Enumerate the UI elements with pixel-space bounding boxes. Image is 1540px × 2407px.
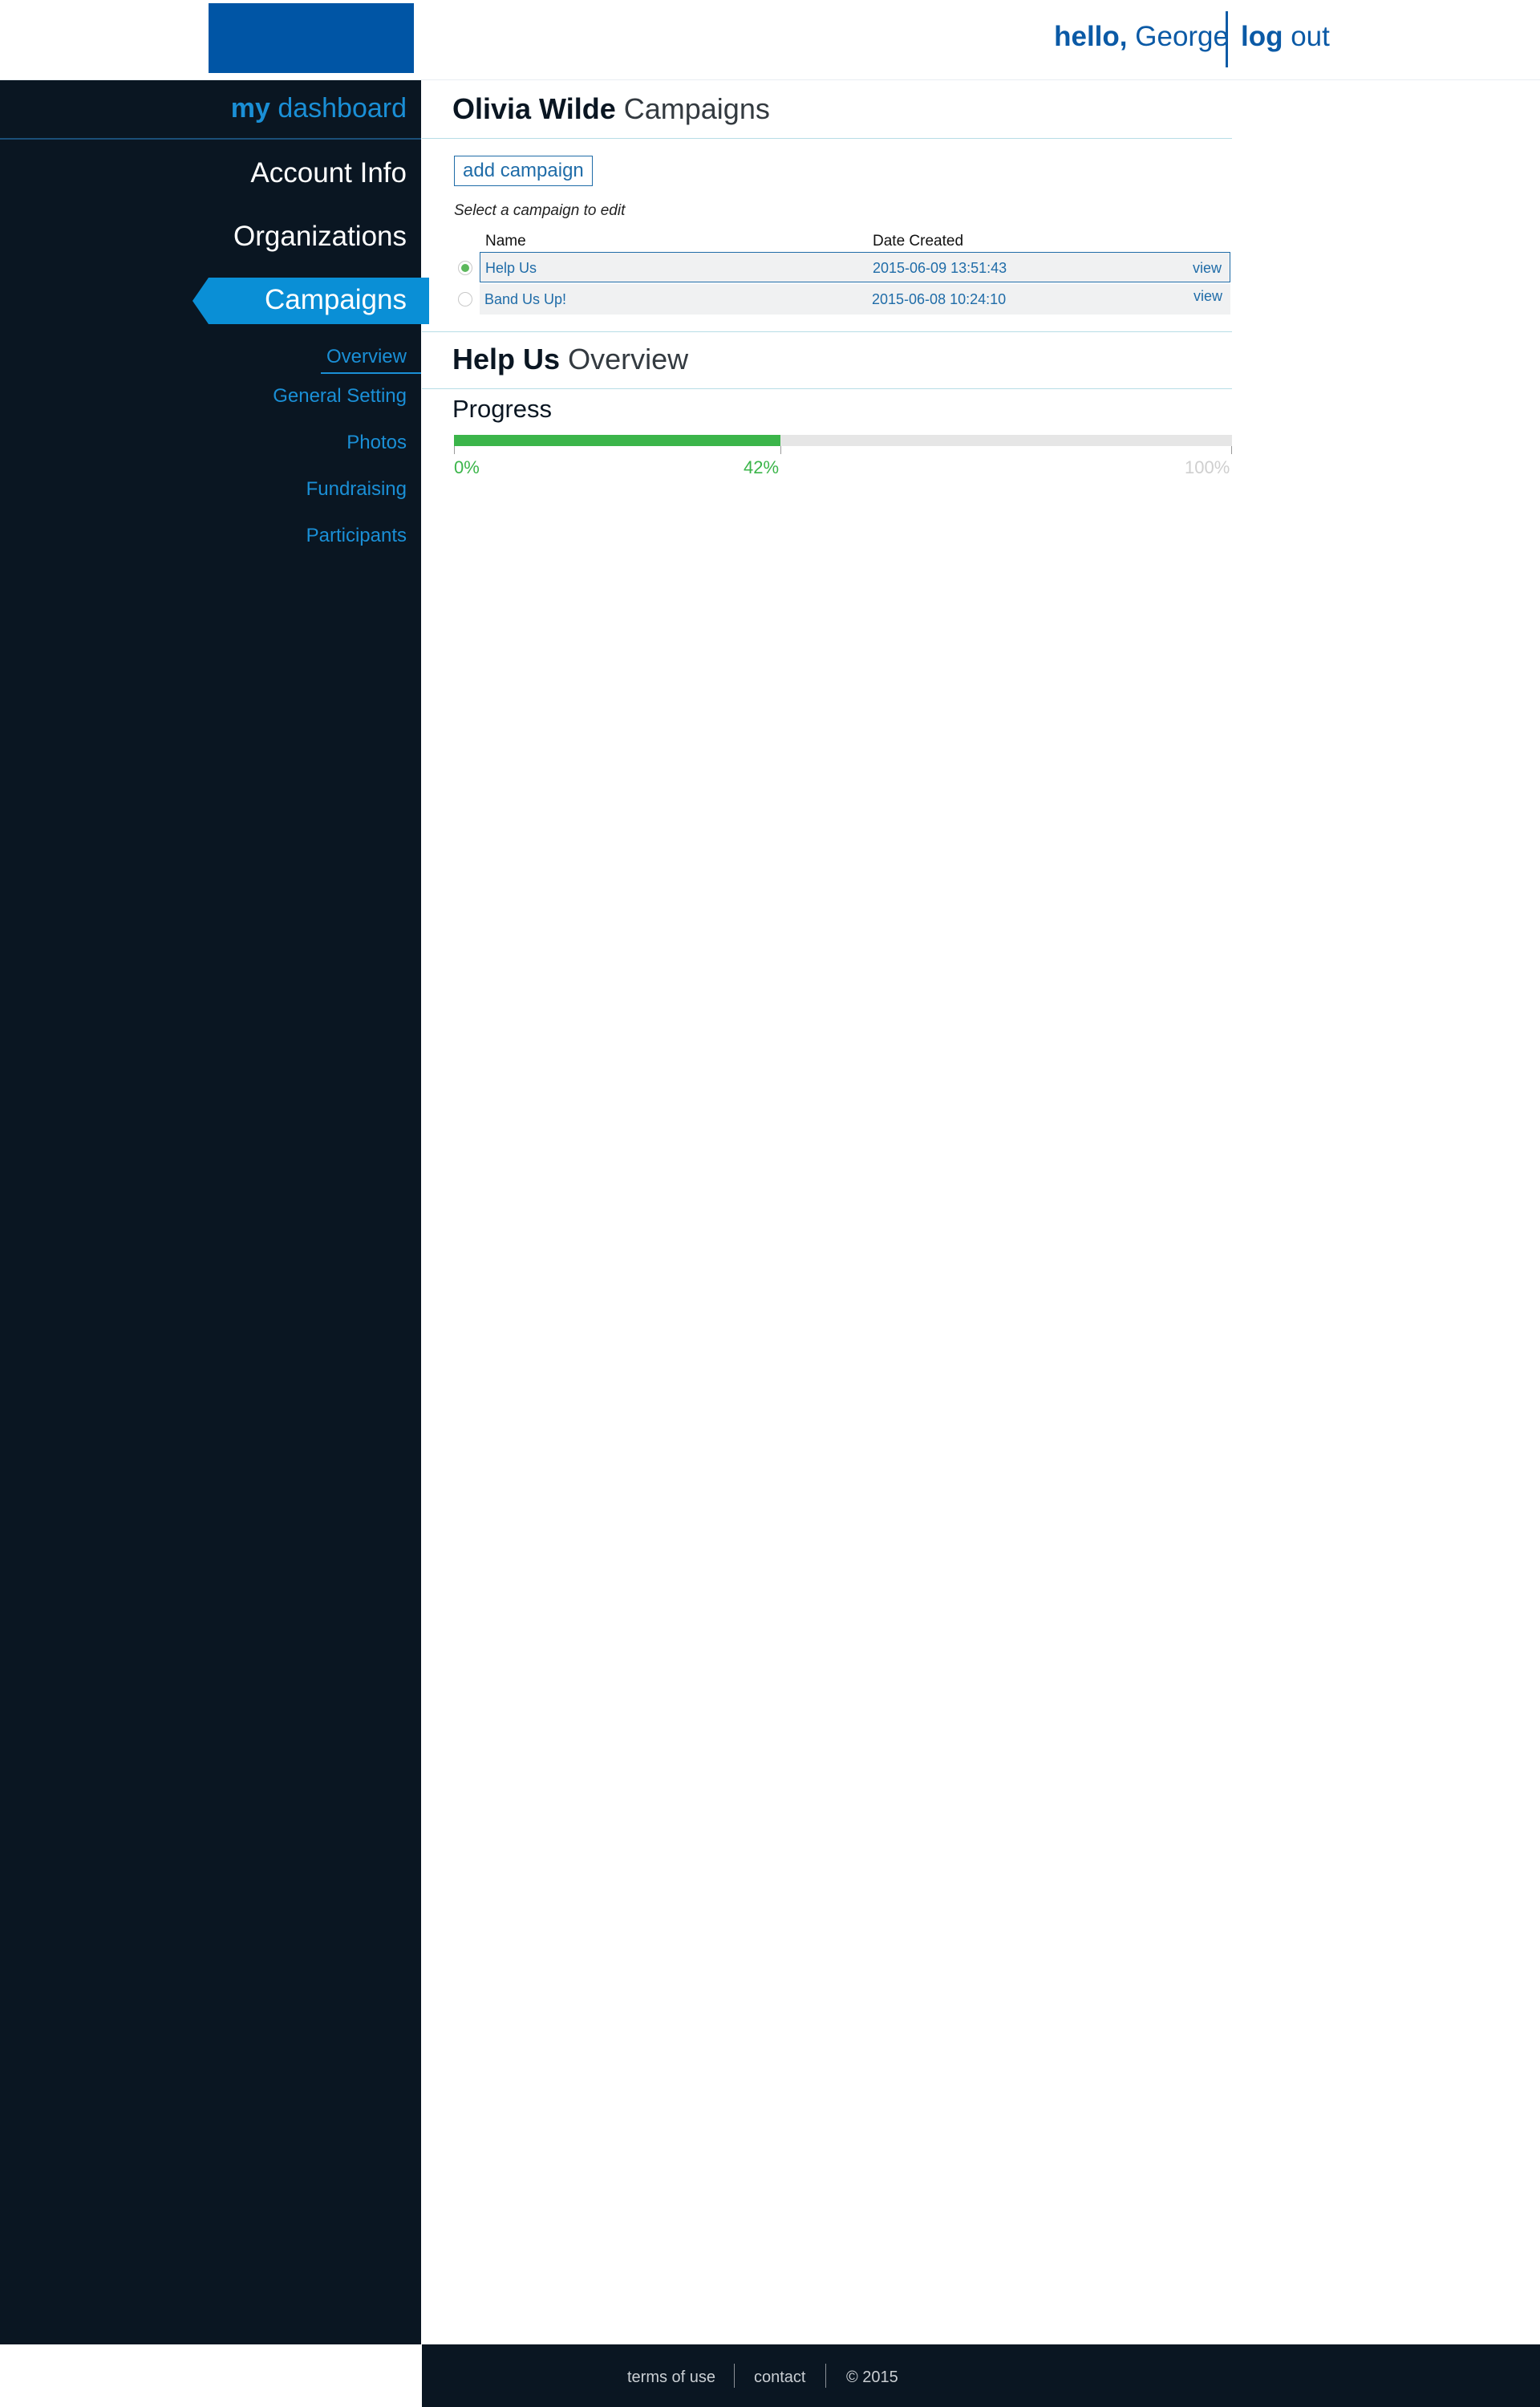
table-row[interactable]: Band Us Up! 2015-06-08 10:24:10 view [480, 284, 1230, 315]
campaign-date: 2015-06-09 13:51:43 [873, 260, 1007, 276]
dashboard-title-rest: dashboard [278, 93, 407, 124]
progress-start-label: 0% [454, 457, 480, 477]
overview-divider [422, 388, 1232, 389]
progress-end-label: 100% [1185, 457, 1230, 477]
greeting-user-name: George [1135, 21, 1229, 52]
campaign-radio[interactable] [458, 292, 472, 306]
sidebar: my dashboard Account Info Organizations … [0, 80, 429, 2344]
subnav-photos[interactable]: Photos [346, 433, 407, 453]
sidebar-item-organizations[interactable]: Organizations [233, 222, 407, 250]
campaign-name: Help Us [485, 260, 537, 276]
copyright-text: © 2015 [846, 2368, 898, 2386]
contact-link[interactable]: contact [754, 2368, 805, 2387]
terms-of-use-link[interactable]: terms of use [627, 2368, 715, 2387]
campaigns-title-rest: Campaigns [623, 92, 770, 125]
logout-link[interactable]: log out [1241, 22, 1330, 51]
overview-campaign-name: Help Us [452, 343, 561, 375]
subnav-overview[interactable]: Overview [326, 347, 407, 367]
overview-title: Help Us Overview [452, 345, 688, 374]
dashboard-title-bold: my [230, 93, 270, 124]
progress-bar-track [454, 435, 1232, 446]
footer-separator [734, 2364, 735, 2388]
logout-bold: log [1241, 21, 1283, 52]
view-link[interactable]: view [1193, 260, 1222, 277]
progress-tick-start [454, 446, 455, 454]
title-divider [422, 138, 1232, 139]
table-row[interactable]: Help Us 2015-06-09 13:51:43 view [480, 252, 1230, 282]
view-link[interactable]: view [1194, 288, 1222, 305]
select-campaign-hint: Select a campaign to edit [454, 202, 626, 219]
campaign-date: 2015-06-08 10:24:10 [872, 291, 1007, 307]
section-divider [422, 331, 1232, 332]
dashboard-title: my dashboard [231, 95, 407, 122]
column-header-name: Name [485, 233, 526, 250]
sidebar-item-account-info[interactable]: Account Info [250, 159, 407, 187]
progress-tick-current [780, 446, 781, 454]
subnav-general-setting[interactable]: General Setting [273, 387, 407, 406]
sidebar-divider [0, 138, 421, 140]
add-campaign-button[interactable]: add campaign [454, 156, 593, 186]
logout-rest: out [1291, 21, 1330, 52]
main-content: Olivia Wilde Campaigns add campaign Sele… [422, 80, 1540, 2344]
subnav-fundraising[interactable]: Fundraising [306, 480, 407, 499]
subnav-participants[interactable]: Participants [306, 526, 407, 546]
site-logo[interactable] [209, 3, 414, 73]
sidebar-item-campaigns[interactable]: Campaigns [192, 278, 429, 324]
header-divider [1226, 11, 1228, 67]
footer-separator [825, 2364, 826, 2388]
campaigns-owner-name: Olivia Wilde [452, 92, 616, 125]
overview-title-rest: Overview [568, 343, 689, 375]
greeting-hello: hello, [1054, 21, 1128, 52]
top-header: hello, George log out [0, 0, 1540, 80]
campaigns-title: Olivia Wilde Campaigns [452, 95, 770, 124]
sidebar-item-campaigns-label: Campaigns [264, 284, 407, 315]
progress-tick-end [1231, 446, 1232, 454]
subnav-active-underline [321, 372, 421, 374]
campaign-name: Band Us Up! [484, 291, 567, 307]
progress-current-label: 42% [744, 457, 780, 477]
campaign-radio-selected[interactable] [458, 261, 472, 275]
greeting: hello, George [1054, 22, 1229, 51]
progress-bar-fill [454, 435, 780, 446]
footer: terms of use contact © 2015 [422, 2344, 1540, 2407]
column-header-date-created: Date Created [873, 233, 964, 250]
progress-label: Progress [452, 395, 553, 423]
